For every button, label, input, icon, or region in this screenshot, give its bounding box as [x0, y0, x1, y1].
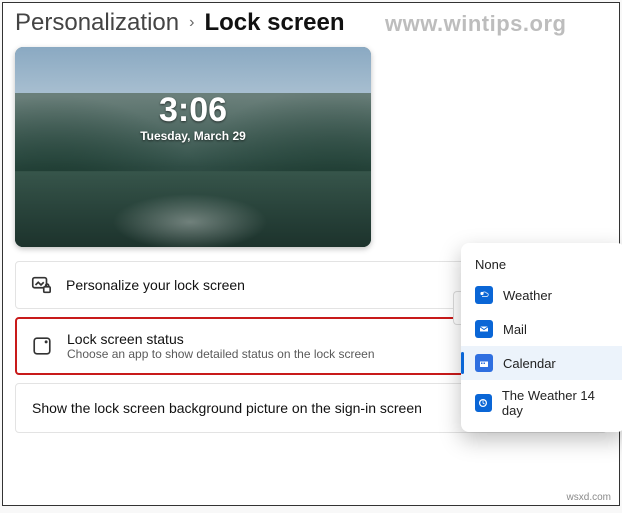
dropdown-option-weather[interactable]: Weather — [461, 278, 622, 312]
signin-background-label: Show the lock screen background picture … — [32, 400, 422, 416]
dropdown-option-none[interactable]: None — [461, 253, 622, 278]
weather-icon — [475, 286, 493, 304]
weather14-icon — [475, 394, 492, 412]
mail-icon — [475, 320, 493, 338]
dropdown-option-calendar[interactable]: Calendar — [461, 346, 622, 380]
status-title: Lock screen status — [67, 331, 375, 347]
dropdown-label: Weather — [503, 288, 552, 303]
preview-image — [15, 47, 371, 247]
dropdown-label: Calendar — [503, 356, 556, 371]
picture-lock-icon — [30, 274, 52, 296]
footer-watermark: wsxd.com — [567, 492, 611, 503]
status-subtitle: Choose an app to show detailed status on… — [67, 347, 375, 361]
status-frame-icon — [31, 335, 53, 357]
dropdown-label: The Weather 14 day — [502, 388, 611, 418]
dropdown-option-mail[interactable]: Mail — [461, 312, 622, 346]
personalize-title: Personalize your lock screen — [66, 277, 245, 293]
breadcrumb-current: Lock screen — [204, 9, 344, 37]
calendar-icon — [475, 354, 493, 372]
dropdown-option-weather14[interactable]: The Weather 14 day — [461, 380, 622, 426]
breadcrumb-parent[interactable]: Personalization — [15, 9, 179, 37]
dropdown-label: Mail — [503, 322, 527, 337]
preview-time: 3:06 — [15, 91, 371, 130]
preview-date: Tuesday, March 29 — [15, 129, 371, 143]
breadcrumb: Personalization › Lock screen — [3, 3, 619, 41]
status-app-dropdown: None Weather Mail Calendar The Weather 1… — [461, 243, 622, 432]
lockscreen-preview: 3:06 Tuesday, March 29 — [15, 47, 371, 247]
chevron-right-icon: › — [189, 14, 194, 32]
